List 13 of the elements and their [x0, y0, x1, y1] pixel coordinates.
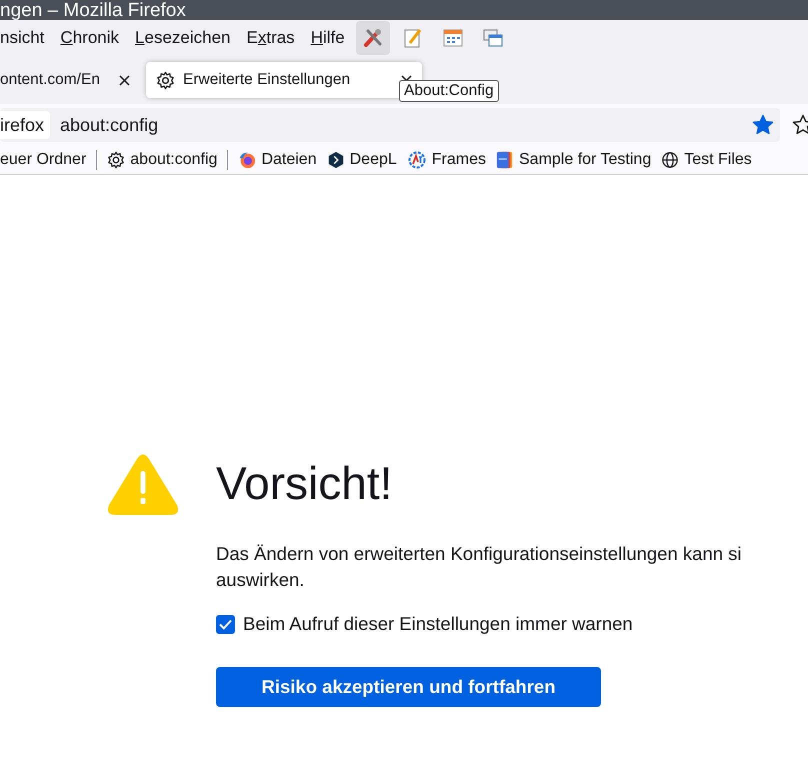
tooltip: About:Config — [399, 80, 499, 102]
warning-heading: Vorsicht! — [216, 456, 394, 511]
tab-title: ontent.com/En — [0, 71, 101, 89]
checkbox-label: Beim Aufruf dieser Einstellungen immer warnen — [243, 613, 633, 635]
warning-text: Das Ändern von erweiterten Konfigurationseinstellungen kann si auswirken. — [216, 542, 742, 592]
window-title: ngen – Mozilla Firefox — [0, 0, 186, 20]
bookmark-label: about:config — [130, 151, 218, 169]
tab-title: Erweiterte Einstellungen — [183, 71, 352, 89]
bookmark-label: Frames — [432, 151, 486, 169]
bookmark-label: DeepL — [350, 151, 397, 169]
bookmark-label: Dateien — [261, 151, 317, 169]
url-text: about:config — [60, 114, 160, 136]
bookmark-label: Test Files — [684, 151, 752, 169]
